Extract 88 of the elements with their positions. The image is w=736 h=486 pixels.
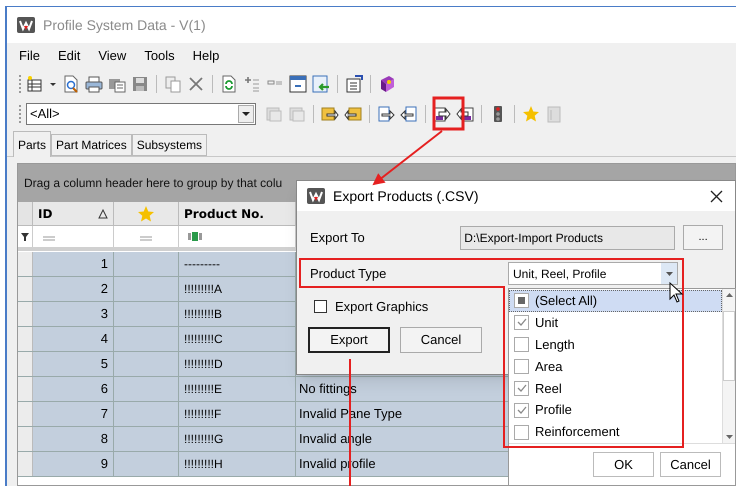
browse-button[interactable]: ... <box>683 225 723 250</box>
star-icon <box>137 204 155 222</box>
export-to-label: Export To <box>310 228 366 247</box>
table-cell: !!!!!!!!!F <box>179 402 296 426</box>
window-icon[interactable] <box>289 75 307 93</box>
list-item[interactable]: Profile <box>509 399 722 422</box>
save-icon[interactable] <box>131 75 149 93</box>
menu-item[interactable]: File <box>19 46 40 66</box>
table-cell: 3 <box>33 302 114 326</box>
scroll-down-icon <box>726 435 733 439</box>
app-logo-icon <box>307 188 325 204</box>
refresh-document-icon[interactable] <box>220 75 238 93</box>
table-cell: !!!!!!!!!E <box>179 377 296 401</box>
list-item[interactable]: Length <box>509 334 722 356</box>
menu-item[interactable]: View <box>98 46 126 66</box>
window-title: Profile System Data - V(1) <box>43 16 206 35</box>
cancel-button[interactable]: Cancel <box>660 452 721 477</box>
copy-icon[interactable] <box>164 75 182 93</box>
table-cell: 7 <box>33 402 114 426</box>
close-icon <box>710 190 722 202</box>
book-icon[interactable] <box>378 75 396 93</box>
list-item[interactable]: Area <box>509 356 722 378</box>
list-item[interactable]: (Select All) <box>509 290 722 312</box>
check-icon <box>516 406 526 415</box>
table-cell: !!!!!!!!!H <box>179 452 296 476</box>
table-cell: 9 <box>33 452 114 476</box>
new-table-icon[interactable] <box>26 75 44 93</box>
checkbox[interactable] <box>514 402 529 418</box>
cancel-button[interactable]: Cancel <box>400 326 482 352</box>
dropdown-arrow-icon <box>242 112 250 116</box>
folder-arrow-icon[interactable] <box>321 105 339 123</box>
menu-item[interactable]: Tools <box>144 46 175 66</box>
export-button[interactable]: Export <box>308 326 390 352</box>
table-cell: 4 <box>33 327 114 351</box>
print-icon[interactable] <box>85 75 103 93</box>
delete-icon[interactable] <box>187 75 205 93</box>
product-type-combo[interactable]: Unit, Reel, Profile <box>508 262 678 285</box>
table-cell: 6 <box>33 377 114 401</box>
menu-item[interactable]: Edit <box>58 46 80 66</box>
add-row-icon[interactable] <box>243 75 261 93</box>
table-cell: 8 <box>33 427 114 451</box>
table-cell: --------- <box>179 252 296 276</box>
table-cell: 1 <box>33 252 114 276</box>
filter-combo[interactable]: <All> <box>26 103 256 125</box>
app-logo-icon <box>17 17 35 33</box>
disk-arrow-icon[interactable] <box>456 105 474 123</box>
dropdown-arrow-icon <box>666 272 672 276</box>
checkbox[interactable] <box>514 293 529 308</box>
tab[interactable]: Parts <box>13 131 52 157</box>
filter-icon[interactable] <box>20 232 30 242</box>
table-cell: !!!!!!!!!B <box>179 302 296 326</box>
check-icon <box>516 318 526 328</box>
column-header[interactable]: Product No. <box>179 202 296 225</box>
scroll-up-icon <box>726 293 733 297</box>
table-cell: 5 <box>33 352 114 376</box>
tab[interactable]: Part Matrices <box>51 134 132 156</box>
table-cell: 2 <box>33 277 114 301</box>
checkbox[interactable] <box>514 315 529 330</box>
list-item[interactable]: Reinforcement <box>509 421 722 444</box>
product-type-label: Product Type <box>310 264 388 283</box>
list-item[interactable]: Unit <box>509 312 722 334</box>
checkbox[interactable] <box>514 359 529 374</box>
checkbox[interactable] <box>514 380 529 396</box>
checkbox-label: Export Graphics <box>335 298 428 316</box>
tab[interactable]: Subsystems <box>132 134 208 156</box>
table-cell: !!!!!!!!!D <box>179 352 296 376</box>
annotation-arrow <box>372 130 443 186</box>
table-cell: !!!!!!!!!G <box>179 427 296 451</box>
text-filter-icon[interactable] <box>187 230 203 244</box>
table-cell: !!!!!!!!!C <box>179 327 296 351</box>
list-item[interactable]: Reel <box>509 377 722 400</box>
properties-icon[interactable] <box>345 75 363 93</box>
document-arrow-icon[interactable] <box>377 105 395 123</box>
table-cell: !!!!!!!!!A <box>179 277 296 301</box>
checkbox[interactable] <box>514 337 529 352</box>
star-icon[interactable] <box>522 105 540 123</box>
folder-arrow-icon[interactable] <box>344 105 362 123</box>
checkbox[interactable] <box>314 300 327 314</box>
column-header[interactable]: ID <box>33 202 114 225</box>
scrollbar[interactable] <box>722 289 735 443</box>
export-path-field[interactable]: D:\Export-Import Products <box>460 226 676 250</box>
print-preview-icon[interactable] <box>62 75 80 93</box>
document-arrow-icon[interactable] <box>400 105 418 123</box>
check-icon <box>516 384 526 393</box>
ok-button[interactable]: OK <box>593 452 654 477</box>
menu-item[interactable]: Help <box>192 46 220 66</box>
checkbox[interactable] <box>514 424 529 440</box>
highlight-box <box>432 96 464 130</box>
